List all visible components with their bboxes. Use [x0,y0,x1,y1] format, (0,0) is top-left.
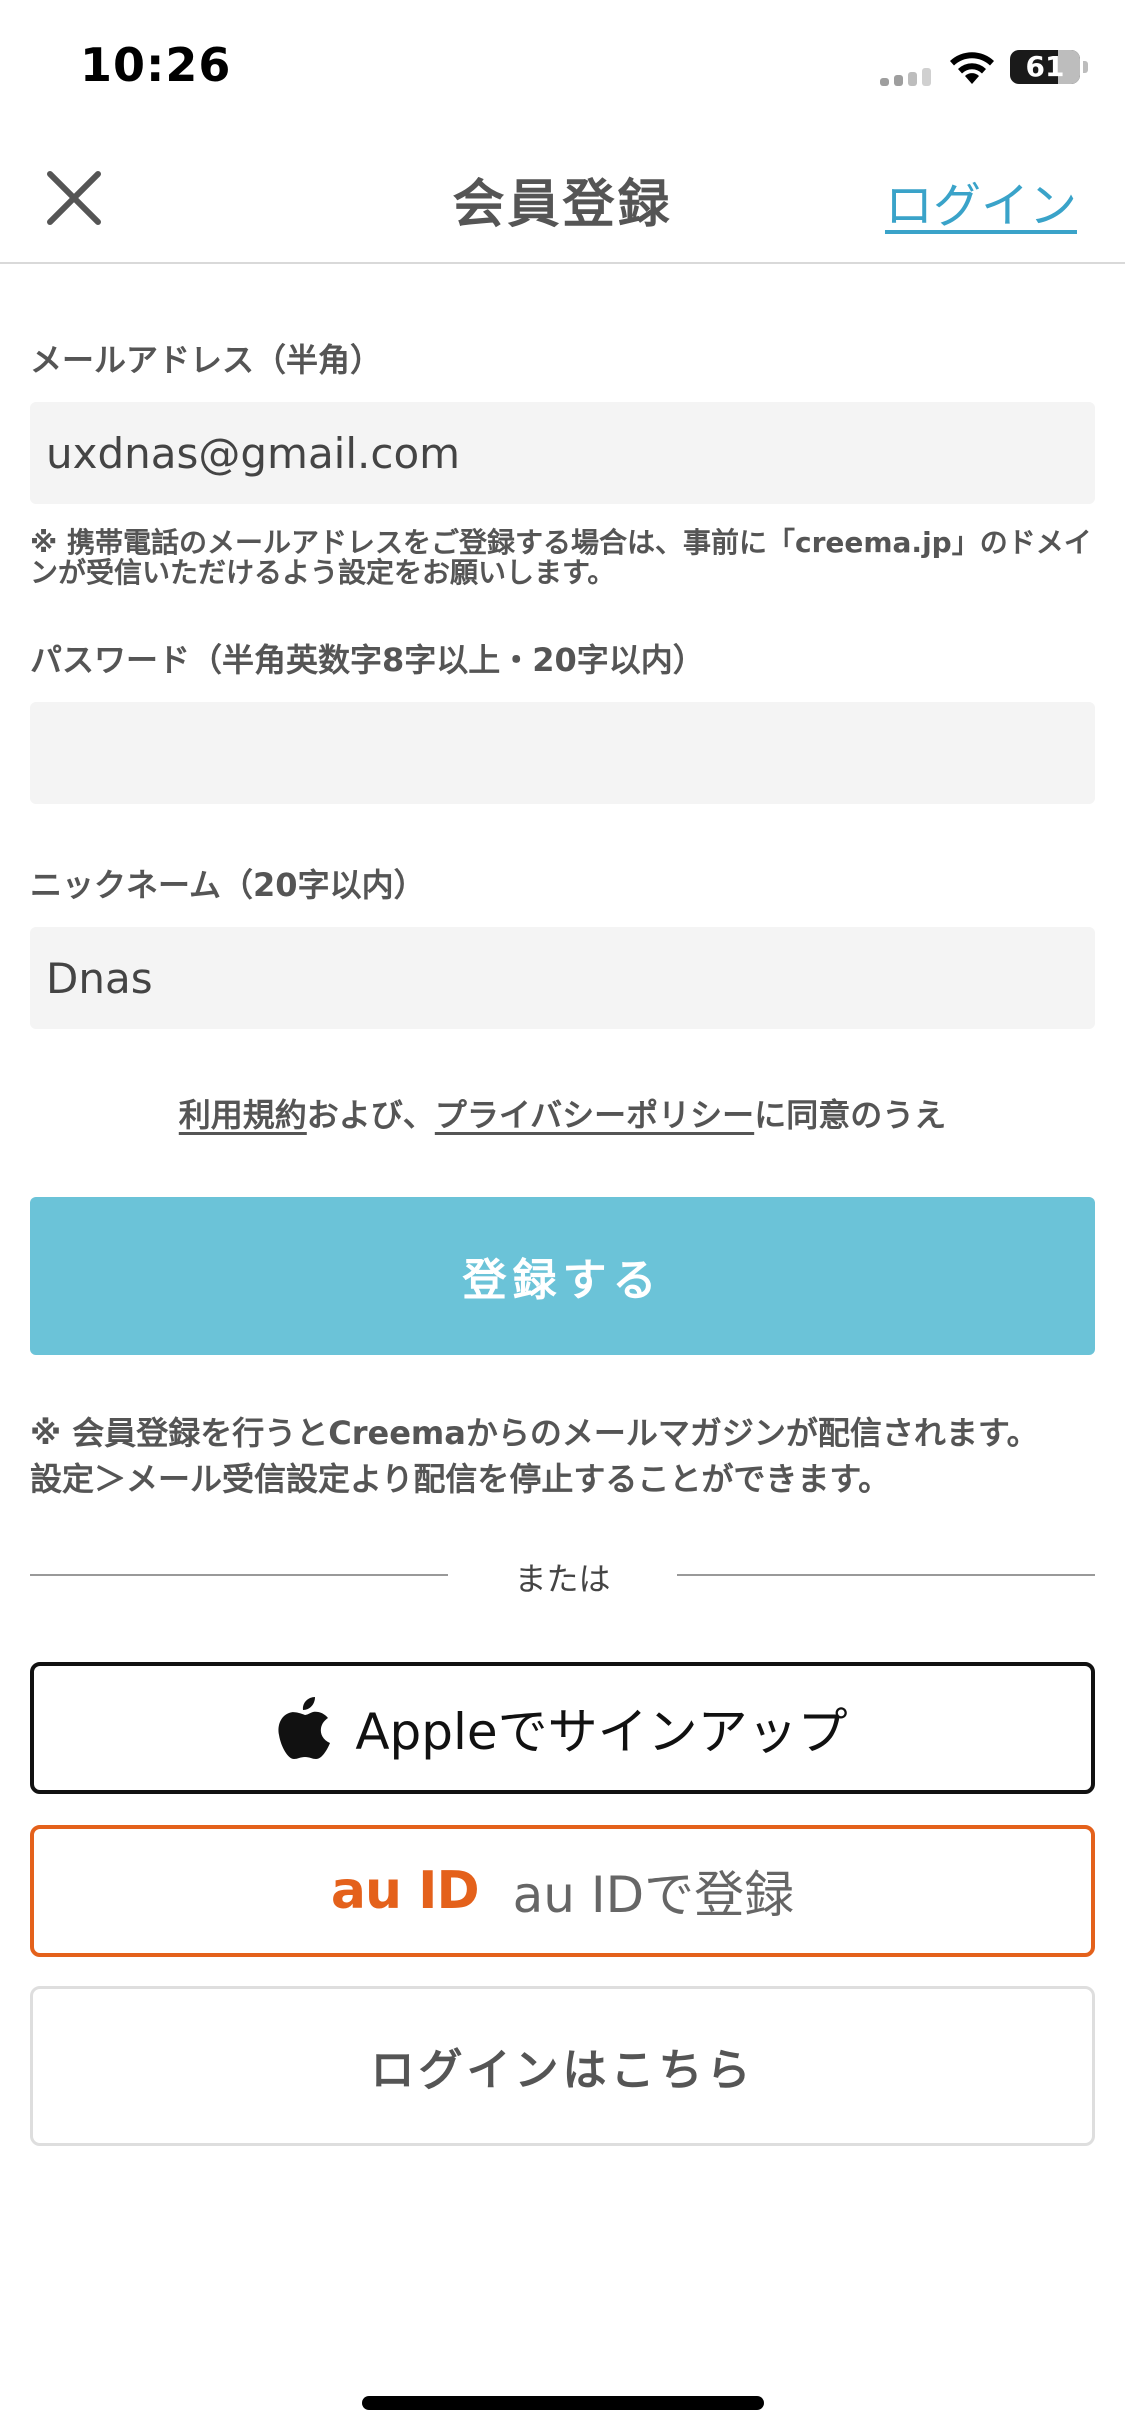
privacy-policy-link[interactable]: プライバシーポリシー [435,1096,754,1134]
register-button[interactable]: 登録する [30,1197,1095,1355]
login-link[interactable]: ログイン [885,166,1077,236]
nav-bar: 会員登録 ログイン [0,132,1125,264]
home-indicator [362,2396,764,2410]
close-icon[interactable] [40,164,108,232]
battery-cap [1083,61,1088,73]
au-id-logo: au ID [330,1861,480,1921]
status-bar: 10:26 61 [0,0,1125,132]
apple-icon [278,1697,331,1759]
email-label: メールアドレス（半角） [30,341,383,379]
apple-signup-label: Appleでサインアップ [355,1703,848,1761]
status-time: 10:26 [80,38,232,92]
nickname-field[interactable] [30,927,1095,1029]
agreement-text: 利用規約および、プライバシーポリシーに同意のうえ [0,1090,1125,1136]
email-field[interactable] [30,402,1095,504]
battery-level: 61 [1025,50,1065,83]
signup-screen: 10:26 61 会員登録 ログイン メールアドレス（半角） ※ 携帯電話のメー… [0,0,1125,2436]
newsletter-note-line2: 設定＞メール受信設定より配信を停止することができます。 [30,1460,891,1498]
email-note: ※ 携帯電話のメールアドレスをご登録する場合は、事前に「creema.jp」のド… [30,526,1092,589]
wifi-icon [950,52,994,84]
au-id-signup-button[interactable]: au ID au IDで登録 [30,1825,1095,1957]
password-field[interactable] [30,702,1095,804]
terms-link[interactable]: 利用規約 [179,1096,307,1134]
newsletter-note: ※ 会員登録を行うとCreemaからのメールマガジンが配信されます。 設定＞メー… [30,1410,1105,1502]
password-label: パスワード（半角英数字8字以上・20字以内） [30,641,705,679]
divider-text: または [514,1560,611,1598]
divider-right [677,1574,1095,1576]
agreement-connector: および、 [306,1096,435,1134]
cellular-signal-icon [880,68,932,86]
nickname-label: ニックネーム（20字以内） [30,866,426,904]
agreement-suffix: に同意のうえ [754,1096,947,1134]
au-id-signup-label: au IDで登録 [512,1866,795,1924]
battery-icon: 61 [1010,50,1080,84]
login-here-button[interactable]: ログインはこちら [30,1986,1095,2146]
apple-signup-button[interactable]: Appleでサインアップ [30,1662,1095,1794]
newsletter-note-line1: ※ 会員登録を行うとCreemaからのメールマガジンが配信されます。 [30,1414,1039,1452]
